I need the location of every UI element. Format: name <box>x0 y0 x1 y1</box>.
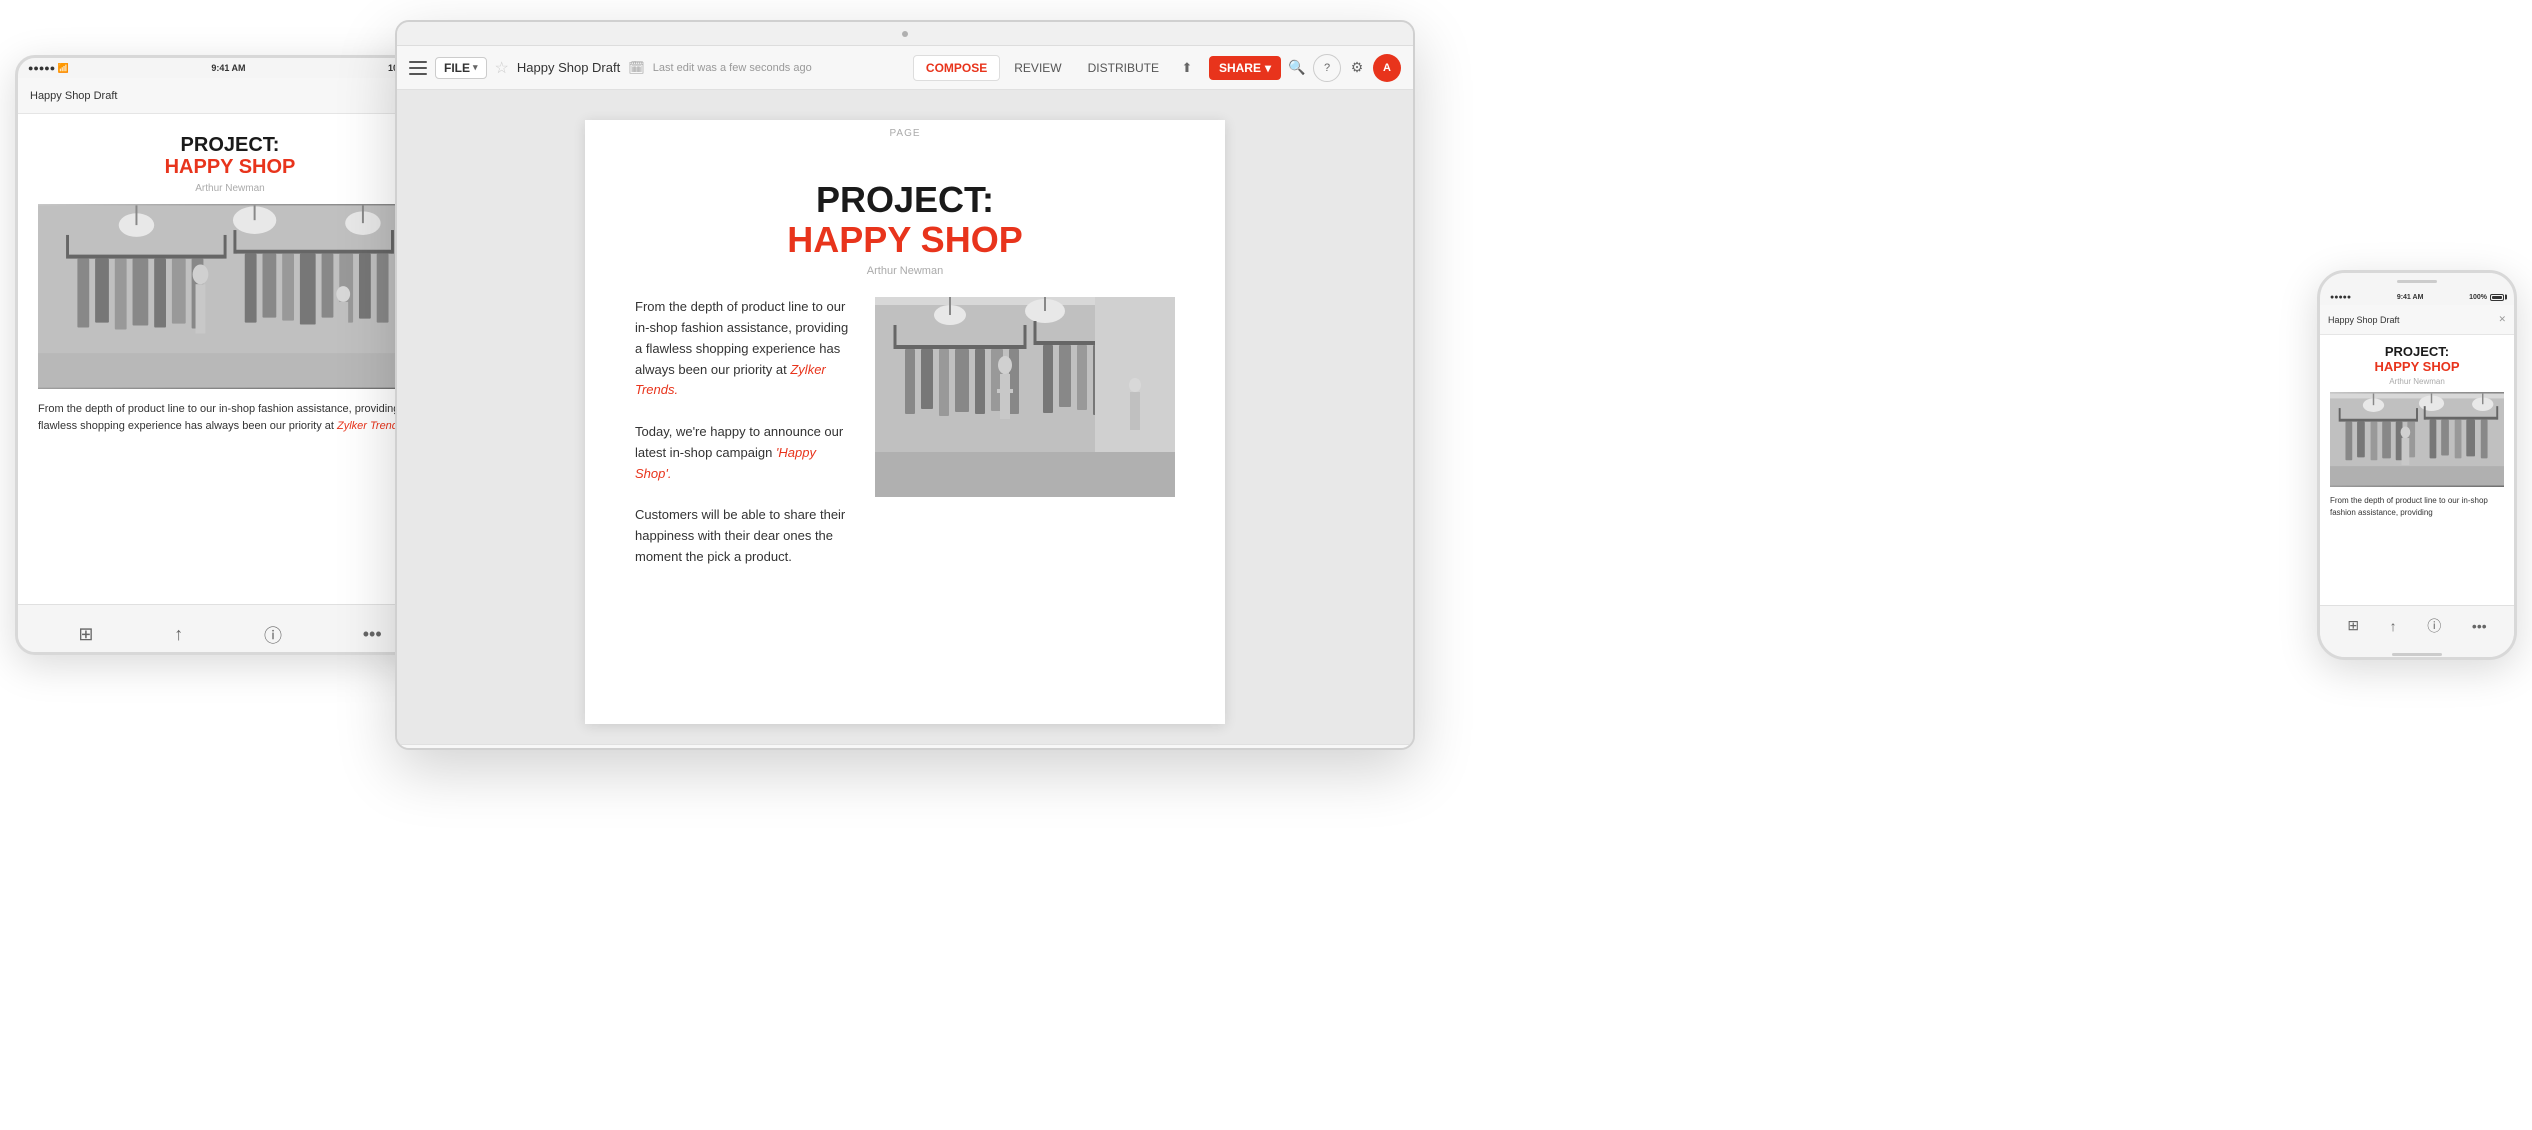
phone-battery-fill <box>2492 296 2502 299</box>
laptop-device: FILE ▾ ☆ Happy Shop Draft 🗓 Last edit wa… <box>395 20 1415 750</box>
tablet-pages-icon[interactable]: ⊞ <box>78 624 93 645</box>
tablet-shop-image <box>38 204 422 389</box>
last-edit-text: Last edit was a few seconds ago <box>653 62 905 74</box>
tablet-doc-area: PROJECT: HAPPY SHOP Arthur Newman <box>18 114 442 435</box>
tab-distribute[interactable]: DISTRIBUTE <box>1076 56 1171 80</box>
phone-device: ●●●●● 9:41 AM 100% Happy Shop Draft ✕ PR… <box>2317 270 2517 660</box>
phone-screen-content: PROJECT: HAPPY SHOP Arthur Newman <box>2320 335 2514 605</box>
tablet-doc-title-red: HAPPY SHOP <box>38 156 422 179</box>
share-button[interactable]: SHARE ▾ <box>1209 56 1281 80</box>
tablet-doc-title-black: PROJECT: <box>38 134 422 156</box>
tablet-device: ●●●●● 📶 9:41 AM 100% Happy Shop Draft ✕ … <box>15 55 445 655</box>
tablet-status-time: 9:41 AM <box>211 63 245 73</box>
doc-shop-image-svg <box>875 297 1175 497</box>
doc-image-column <box>875 297 1175 567</box>
page-number-hint: PAGE <box>889 128 920 139</box>
phone-info-icon[interactable]: ⓘ <box>2427 616 2441 636</box>
doc-text-column: From the depth of product line to our in… <box>635 297 855 567</box>
doc-shop-image <box>875 297 1175 497</box>
phone-home-indicator <box>2392 653 2442 656</box>
phone-status-bar: ●●●●● 9:41 AM 100% <box>2320 289 2514 305</box>
phone-bottom-bar: ⊞ ↑ ⓘ ••• <box>2320 605 2514 645</box>
tablet-app-toolbar: Happy Shop Draft ✕ <box>18 78 442 114</box>
toolbar-search-icon[interactable]: 🔍 <box>1283 54 1311 82</box>
file-chevron-icon: ▾ <box>473 62 478 73</box>
phone-doc-title: Happy Shop Draft <box>2328 315 2400 325</box>
tablet-more-icon[interactable]: ••• <box>363 624 382 645</box>
phone-doc-title-red: HAPPY SHOP <box>2330 359 2504 374</box>
phone-shop-image-svg <box>2330 392 2504 487</box>
share-chevron-icon: ▾ <box>1265 61 1271 75</box>
phone-status-right: 100% <box>2469 294 2504 301</box>
phone-doc-author: Arthur Newman <box>2330 377 2504 386</box>
phone-battery-label: 100% <box>2469 294 2487 301</box>
tab-review[interactable]: REVIEW <box>1002 56 1073 80</box>
tablet-info-icon[interactable]: ⓘ <box>264 622 282 648</box>
tab-compose[interactable]: COMPOSE <box>913 55 1000 81</box>
doc-author: Arthur Newman <box>635 265 1175 277</box>
calendar-icon: 🗓 <box>628 60 645 76</box>
doc-page[interactable]: PAGE PROJECT: HAPPY SHOP Arthur Newman F… <box>585 120 1225 724</box>
toolbar-help-icon[interactable]: ? <box>1313 54 1341 82</box>
phone-status-time: 9:41 AM <box>2397 294 2424 301</box>
hamburger-line-1 <box>409 61 427 63</box>
tablet-doc-title: Happy Shop Draft <box>30 90 117 102</box>
toolbar-export-button[interactable]: ⬆ <box>1173 54 1201 82</box>
phone-share-icon[interactable]: ↑ <box>2390 618 2397 634</box>
file-label: FILE <box>444 61 470 75</box>
hamburger-line-2 <box>409 67 427 69</box>
doc-para-2: Today, we're happy to announce our lates… <box>635 422 855 484</box>
doc-para-3: Customers will be able to share their ha… <box>635 505 855 567</box>
phone-inner-toolbar: Happy Shop Draft ✕ <box>2320 305 2514 335</box>
tablet-share-icon[interactable]: ↑ <box>174 624 183 645</box>
toolbar-user-avatar[interactable]: A <box>1373 54 1401 82</box>
tablet-status-bar: ●●●●● 📶 9:41 AM 100% <box>18 58 442 78</box>
tablet-doc-author: Arthur Newman <box>38 183 422 194</box>
tablet-content: PROJECT: HAPPY SHOP Arthur Newman <box>18 114 442 604</box>
doc-title-black: PROJECT: <box>635 180 1175 220</box>
phone-notch <box>2397 280 2437 283</box>
phone-body-text: From the depth of product line to our in… <box>2330 495 2504 519</box>
phone-battery-icon <box>2490 294 2504 301</box>
toolbar-settings-icon[interactable]: ⚙ <box>1343 54 1371 82</box>
tablet-body-text: From the depth of product line to our in… <box>38 401 422 435</box>
hamburger-line-3 <box>409 73 427 75</box>
phone-pages-icon[interactable]: ⊞ <box>2347 617 2359 634</box>
tablet-bottom-bar: ⊞ ↑ ⓘ ••• <box>18 604 442 655</box>
share-label: SHARE <box>1219 61 1261 75</box>
file-menu-button[interactable]: FILE ▾ <box>435 57 487 79</box>
phone-close-button[interactable]: ✕ <box>2498 314 2506 325</box>
doc-para-1: From the depth of product line to our in… <box>635 297 855 401</box>
app-toolbar: FILE ▾ ☆ Happy Shop Draft 🗓 Last edit wa… <box>397 46 1413 90</box>
laptop-camera <box>902 31 908 37</box>
doc-content-row: From the depth of product line to our in… <box>635 297 1175 567</box>
phone-more-icon[interactable]: ••• <box>2472 618 2487 634</box>
toolbar-right-section: COMPOSE REVIEW DISTRIBUTE ⬆ SHARE ▾ 🔍 ? … <box>913 54 1401 82</box>
phone-shop-image <box>2330 392 2504 487</box>
phone-doc-area: PROJECT: HAPPY SHOP Arthur Newman <box>2320 335 2514 519</box>
favorite-star-icon[interactable]: ☆ <box>495 58 509 78</box>
document-area: PAGE PROJECT: HAPPY SHOP Arthur Newman F… <box>397 90 1413 744</box>
phone-top-area <box>2320 273 2514 289</box>
phone-signal: ●●●●● <box>2330 294 2351 301</box>
doc-title-red: HAPPY SHOP <box>635 220 1175 260</box>
toolbar-doc-title: Happy Shop Draft <box>517 60 620 75</box>
hamburger-menu[interactable] <box>409 61 427 75</box>
phone-home-bar <box>2320 645 2514 660</box>
tablet-status-signal: ●●●●● 📶 <box>28 63 69 74</box>
tablet-shop-image-svg <box>38 204 422 389</box>
phone-doc-title-black: PROJECT: <box>2330 345 2504 359</box>
doc-statusbar: 💬 | 🌐 Track ChangesEnglish(US) | Words: … <box>397 744 1413 750</box>
